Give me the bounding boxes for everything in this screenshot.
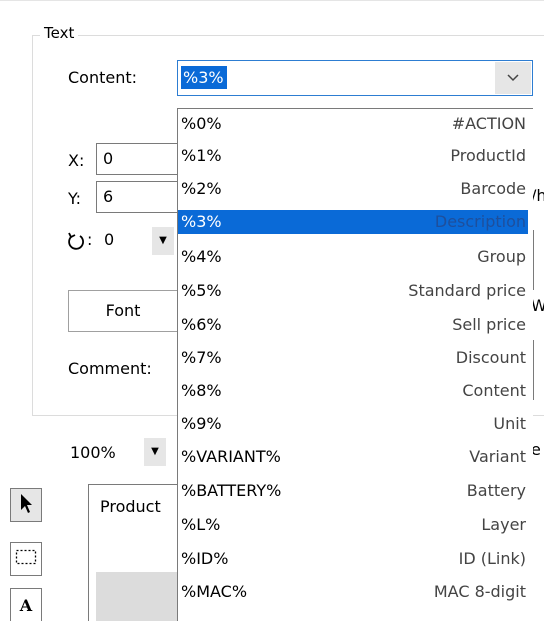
dashed-rectangle-icon [15,549,37,569]
content-label: Content: [68,68,138,87]
item-code: %ID% [181,549,229,568]
dropdown-item[interactable]: %MAC% MAC 8-digit [178,580,528,604]
item-code: %6% [181,315,222,334]
rotate-icon [66,230,86,256]
item-code: %8% [181,381,222,400]
item-description: Discount [455,348,526,367]
dropdown-item[interactable]: %2% Barcode [178,177,528,201]
canvas-left-border [88,484,89,621]
dropdown-item[interactable]: %4% Group [178,245,528,269]
item-description: ProductId [450,146,526,165]
x-label: X: [68,151,85,170]
item-description: Variant [469,447,526,466]
rotation-dropdown[interactable]: ▼ [152,227,174,255]
dropdown-item[interactable]: %ID% ID (Link) [178,547,528,571]
dropdown-item[interactable]: %8% Content [178,379,528,403]
content-combobox-value[interactable]: %3% [181,66,227,89]
product-tab-label[interactable]: Product [100,496,161,518]
item-description: Barcode [460,179,526,198]
item-description: Description [434,212,526,231]
y-label: Y: [68,189,82,208]
dropdown-item[interactable]: %VARIANT% Variant [178,445,528,469]
combobox-dropdown-button[interactable] [495,62,531,94]
x-input[interactable]: 0 [96,143,186,175]
item-code: %BATTERY% [181,481,282,500]
item-description: MAC 8-digit [433,582,526,601]
dropdown-item[interactable]: %1% ProductId [178,144,528,168]
dropdown-item[interactable]: %7% Discount [178,346,528,370]
top-divider [0,0,544,1]
dropdown-item[interactable]: %6% Sell price [178,313,528,337]
rotation-value: 0 [104,230,115,249]
arrow-pointer-icon [18,492,34,518]
group-title: Text [40,23,79,43]
text-tool[interactable]: A [10,588,42,621]
item-description: Group [477,247,526,266]
item-description: Standard price [408,281,526,300]
item-code: %0% [181,114,222,133]
content-dropdown-list[interactable]: %0% #ACTION %1% ProductId %2% Barcode %3… [177,108,533,621]
triangle-down-icon: ▼ [159,235,167,246]
item-description: ID (Link) [458,549,526,568]
comment-label: Comment: [68,359,152,378]
triangle-down-icon: ▼ [151,446,159,457]
right-peek-border [533,340,534,400]
dropdown-item-selected[interactable]: %3% Description [178,210,528,234]
item-code: %4% [181,247,222,266]
canvas-top-border [88,484,178,485]
item-code: %VARIANT% [181,447,281,466]
item-description: Unit [493,414,526,433]
y-input[interactable]: 6 [96,181,186,213]
item-code: %7% [181,348,222,367]
dropdown-item[interactable]: %BATTERY% Battery [178,479,528,503]
right-peek-border [533,230,534,290]
select-rect-tool[interactable] [10,542,42,576]
item-description: Layer [481,515,526,534]
item-code: %3% [181,212,222,231]
item-code: %1% [181,146,222,165]
chevron-down-icon [506,69,520,87]
item-code: %9% [181,414,222,433]
item-description: Sell price [452,315,526,334]
item-code: %5% [181,281,222,300]
item-code: %L% [181,515,221,534]
item-code: %2% [181,179,222,198]
dropdown-item[interactable]: %9% Unit [178,412,528,436]
font-button[interactable]: Font [68,290,178,332]
content-combobox[interactable]: %3% [177,60,533,96]
zoom-dropdown[interactable]: ▼ [144,438,166,466]
item-description: Battery [466,481,526,500]
dropdown-item[interactable]: %0% #ACTION [178,112,528,136]
item-code: %MAC% [181,582,248,601]
text-a-icon: A [19,595,33,615]
item-description: #ACTION [451,114,526,133]
properties-panel: Text Content: %3% X: 0 Y: 6 : 0 ▼ Font C… [0,0,544,621]
canvas-preview-area [96,572,177,621]
pointer-tool[interactable] [10,488,42,522]
dropdown-item[interactable]: %L% Layer [178,513,528,537]
dropdown-item[interactable]: %5% Standard price [178,279,528,303]
zoom-value: 100% [70,443,116,462]
item-description: Content [462,381,526,400]
